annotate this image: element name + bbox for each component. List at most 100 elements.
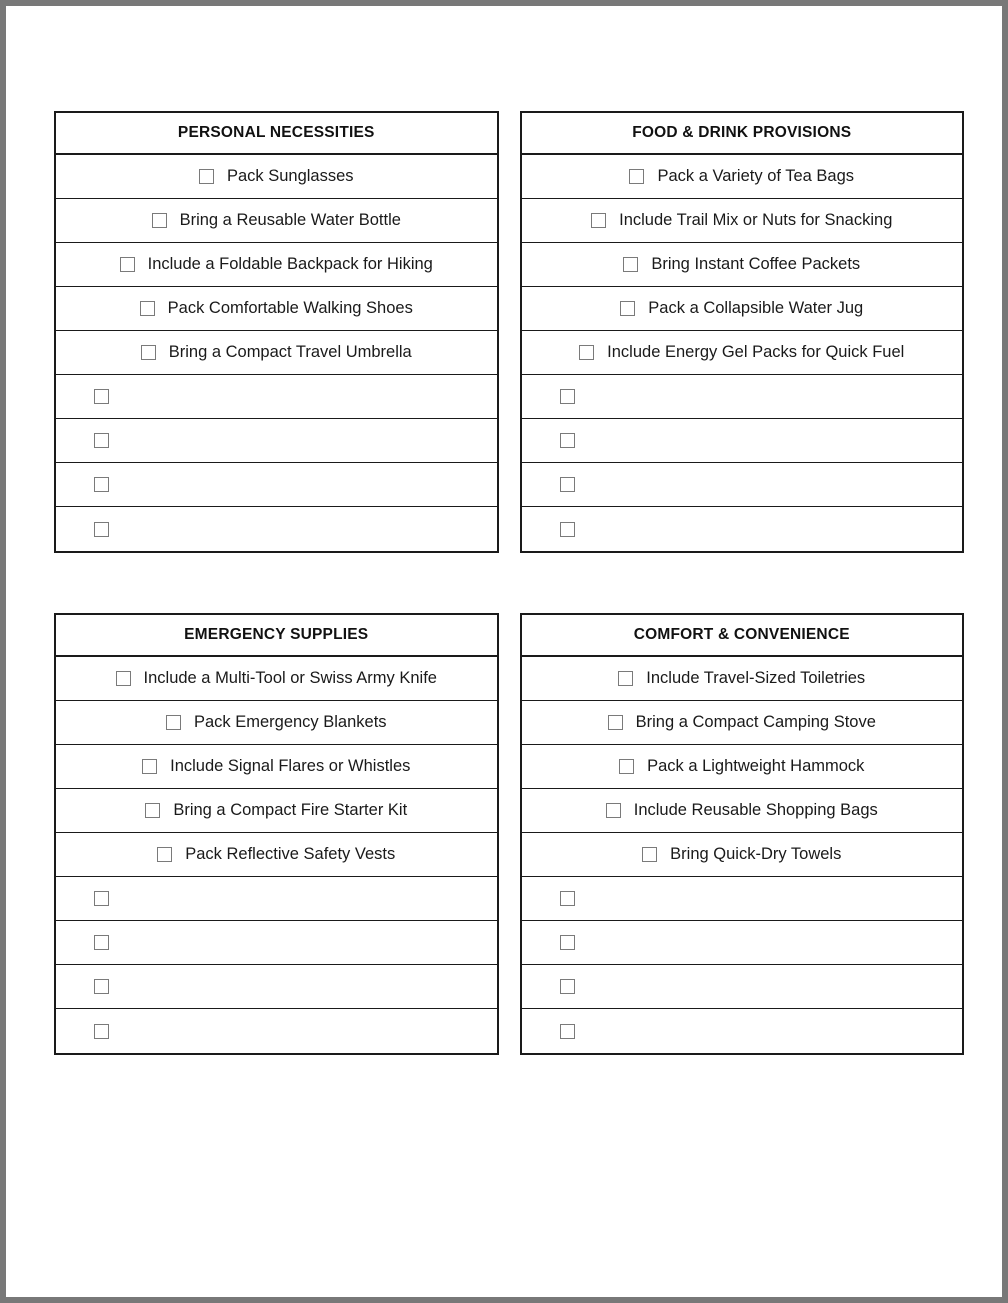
row-content (522, 1023, 575, 1039)
list-item-label: Pack Reflective Safety Vests (185, 845, 396, 864)
row-content: Pack Comfortable Walking Shoes (139, 299, 413, 318)
table-row-blank[interactable] (56, 965, 497, 1009)
table-row-blank[interactable] (56, 921, 497, 965)
list-item-label: Bring Instant Coffee Packets (651, 255, 861, 274)
empty-checkbox-icon[interactable] (94, 389, 109, 404)
empty-checkbox-icon[interactable] (559, 891, 575, 906)
empty-checkbox-icon[interactable] (151, 212, 167, 228)
table-row[interactable]: Include Travel-Sized Toiletries (521, 657, 962, 701)
row-content (522, 433, 575, 448)
empty-checkbox-icon[interactable] (559, 935, 575, 950)
empty-checkbox-icon[interactable] (139, 300, 155, 316)
table-row-blank[interactable] (521, 463, 962, 507)
empty-checkbox-icon[interactable] (619, 758, 635, 774)
table-row-blank[interactable] (522, 1009, 963, 1053)
row-content: Include Travel-Sized Toiletries (618, 669, 865, 687)
table-row-blank[interactable] (521, 965, 962, 1009)
table-row-blank[interactable] (521, 877, 962, 921)
table-row-blank[interactable] (56, 463, 497, 507)
empty-checkbox-icon[interactable] (559, 433, 575, 448)
empty-checkbox-icon[interactable] (620, 300, 636, 316)
empty-checkbox-icon[interactable] (94, 477, 109, 492)
table-row[interactable]: Bring a Compact Travel Umbrella (56, 331, 497, 375)
empty-checkbox-icon[interactable] (157, 846, 173, 862)
table-row[interactable]: Include a Foldable Backpack for Hiking (56, 243, 497, 287)
empty-checkbox-icon[interactable] (115, 670, 131, 686)
document-page: PERSONAL NECESSITIES Pack Sunglasses Bri… (6, 6, 1002, 1297)
empty-checkbox-icon[interactable] (94, 891, 109, 906)
empty-checkbox-icon[interactable] (559, 477, 575, 492)
checklist-table-comfort-convenience: COMFORT & CONVENIENCE Include Travel-Siz… (519, 613, 964, 1055)
table-row[interactable]: Pack Emergency Blankets (56, 701, 497, 745)
table-row[interactable]: Include Energy Gel Packs for Quick Fuel (521, 331, 962, 375)
empty-checkbox-icon[interactable] (559, 979, 575, 994)
table-row-blank[interactable] (56, 877, 497, 921)
empty-checkbox-icon[interactable] (642, 846, 658, 862)
empty-checkbox-icon[interactable] (94, 433, 109, 448)
empty-checkbox-icon[interactable] (559, 1023, 575, 1039)
empty-checkbox-icon[interactable] (165, 714, 181, 730)
list-item-label: Include a Multi-Tool or Swiss Army Knife (143, 669, 437, 688)
checklist-table-emergency-supplies: EMERGENCY SUPPLIES Include a Multi-Tool … (54, 613, 499, 1055)
empty-checkbox-icon[interactable] (94, 935, 109, 950)
list-item-label: Pack a Collapsible Water Jug (648, 299, 864, 318)
table-row-blank[interactable] (521, 921, 962, 965)
table-row-top: PERSONAL NECESSITIES Pack Sunglasses Bri… (54, 111, 964, 553)
row-content: Include a Foldable Backpack for Hiking (119, 255, 433, 273)
table-row-blank[interactable] (521, 419, 962, 463)
row-content (522, 477, 575, 492)
list-item-label: Pack Comfortable Walking Shoes (167, 299, 413, 318)
table-row[interactable]: Bring a Compact Fire Starter Kit (56, 789, 497, 833)
table-row[interactable]: Bring Instant Coffee Packets (521, 243, 962, 287)
table-row[interactable]: Bring a Reusable Water Bottle (56, 199, 497, 243)
table-row-blank[interactable] (56, 375, 497, 419)
row-content: Pack a Variety of Tea Bags (629, 167, 854, 185)
list-item-label: Include Trail Mix or Nuts for Snacking (619, 211, 893, 230)
table-row-blank[interactable] (522, 507, 963, 551)
table-row[interactable]: Pack Comfortable Walking Shoes (56, 287, 497, 331)
empty-checkbox-icon[interactable] (140, 344, 156, 360)
table-row[interactable]: Bring Quick-Dry Towels (521, 833, 962, 877)
table-row[interactable]: Include Trail Mix or Nuts for Snacking (521, 199, 962, 243)
empty-checkbox-icon[interactable] (198, 168, 214, 184)
table-row[interactable]: Pack a Collapsible Water Jug (521, 287, 962, 331)
table-row[interactable]: Pack Reflective Safety Vests (56, 833, 497, 877)
empty-checkbox-icon[interactable] (605, 802, 621, 818)
row-content: Pack a Collapsible Water Jug (620, 299, 863, 317)
empty-checkbox-icon[interactable] (591, 212, 607, 228)
row-content: Include Signal Flares or Whistles (142, 757, 410, 775)
table-row[interactable]: Pack Sunglasses (56, 155, 497, 199)
row-content (56, 433, 109, 448)
empty-checkbox-icon[interactable] (559, 389, 575, 404)
table-row-blank[interactable] (56, 419, 497, 463)
table-row[interactable]: Include Signal Flares or Whistles (56, 745, 497, 789)
row-content (522, 979, 575, 994)
table-row[interactable]: Pack a Variety of Tea Bags (521, 155, 962, 199)
row-content: Bring a Compact Camping Stove (607, 713, 876, 731)
empty-checkbox-icon[interactable] (94, 1023, 109, 1039)
empty-checkbox-icon[interactable] (145, 802, 161, 818)
table-row-blank[interactable] (521, 375, 962, 419)
table-title: PERSONAL NECESSITIES (177, 124, 375, 142)
empty-checkbox-icon[interactable] (579, 344, 595, 360)
table-row[interactable]: Include a Multi-Tool or Swiss Army Knife (56, 657, 497, 701)
empty-checkbox-icon[interactable] (94, 521, 109, 537)
empty-checkbox-icon[interactable] (119, 256, 135, 272)
row-content (56, 979, 109, 994)
empty-checkbox-icon[interactable] (142, 758, 158, 774)
empty-checkbox-icon[interactable] (607, 714, 623, 730)
list-item-label: Include Reusable Shopping Bags (633, 801, 878, 820)
table-row-blank[interactable] (56, 507, 497, 551)
table-header: FOOD & DRINK PROVISIONS (521, 113, 962, 155)
empty-checkbox-icon[interactable] (559, 521, 575, 537)
empty-checkbox-icon[interactable] (629, 168, 645, 184)
table-row[interactable]: Bring a Compact Camping Stove (521, 701, 962, 745)
empty-checkbox-icon[interactable] (94, 979, 109, 994)
row-content (56, 477, 109, 492)
empty-checkbox-icon[interactable] (618, 670, 634, 686)
empty-checkbox-icon[interactable] (623, 256, 639, 272)
table-row-blank[interactable] (56, 1009, 497, 1053)
table-row[interactable]: Include Reusable Shopping Bags (521, 789, 962, 833)
table-row[interactable]: Pack a Lightweight Hammock (521, 745, 962, 789)
row-content: Bring a Reusable Water Bottle (151, 211, 401, 229)
